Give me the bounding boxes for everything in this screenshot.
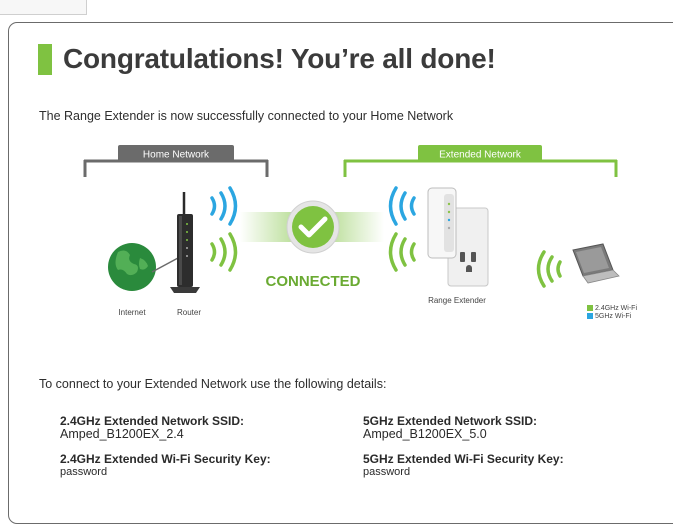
legend-label-24ghz: 2.4GHz Wi-Fi [595,305,637,312]
legend-item-5ghz: 5GHz Wi-Fi [587,313,631,321]
extended-network-bracket: Extended Network [343,145,618,177]
home-network-bracket: Home Network [83,145,269,177]
ssid-5ghz-label: 5GHz Extended Network SSID: [363,414,538,428]
range-extender-label: Range Extender [428,296,486,305]
legend-swatch-green [587,305,593,311]
router-label: Router [177,308,201,317]
legend-label-5ghz: 5GHz Wi-Fi [595,313,632,320]
key-24ghz-value: password [60,466,108,478]
router-wifi-5ghz-icon [210,186,238,226]
extender-wifi-24ghz-icon [388,232,416,272]
router-icon [170,192,200,293]
home-network-label: Home Network [143,150,210,161]
key-5ghz-label: 5GHz Extended Wi-Fi Security Key: [363,452,564,466]
ssid-5ghz-value: Amped_B1200EX_5.0 [363,427,487,441]
laptop-wifi-24ghz-icon [536,250,562,288]
key-5ghz-value: password [363,466,411,478]
network-diagram: Home Network Extended Network Internet R… [83,145,620,317]
ssid-24ghz-value: Amped_B1200EX_2.4 [60,427,184,441]
ssid-24ghz-label: 2.4GHz Extended Network SSID: [60,414,245,428]
globe-icon [108,243,179,291]
connected-check-icon [286,200,340,254]
connected-label: CONNECTED [265,273,360,290]
range-extender-icon [427,187,489,287]
legend-item-24ghz: 2.4GHz Wi-Fi [587,305,637,313]
router-wifi-24ghz-icon [210,232,238,272]
extended-network-label: Extended Network [439,150,522,161]
extender-wifi-5ghz-icon [388,186,416,226]
key-24ghz-label: 2.4GHz Extended Wi-Fi Security Key: [60,452,271,466]
legend-swatch-blue [587,313,593,319]
laptop-icon [572,243,620,284]
connect-instructions: To connect to your Extended Network use … [39,377,387,391]
internet-label: Internet [118,308,146,317]
